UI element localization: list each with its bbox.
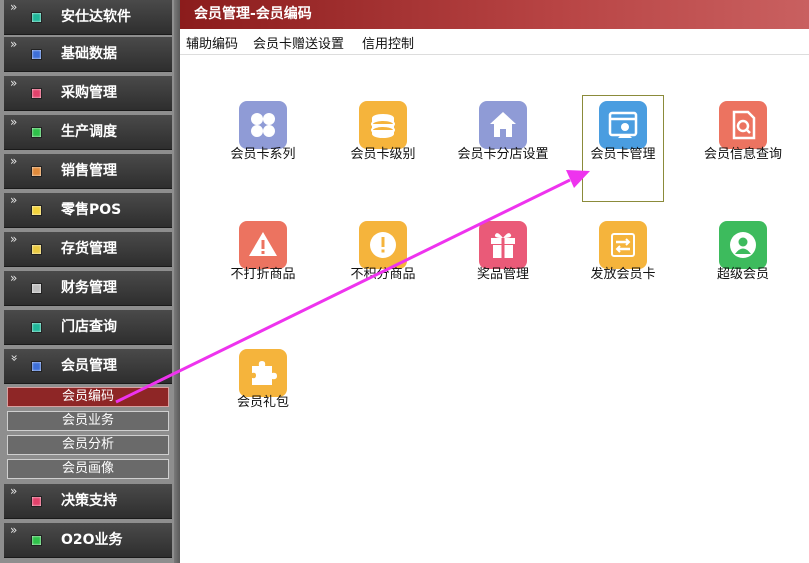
- tile-label: 会员信息查询: [703, 147, 782, 162]
- sidebar-item-label: 零售POS: [61, 202, 122, 218]
- sidebar-item-sales[interactable]: » 销售管理: [4, 154, 172, 189]
- blue-square-icon: [31, 361, 42, 372]
- sidebar: » 安仕达软件 » 基础数据 » 采购管理 » 生产调度 » 销售管理 » 零售…: [0, 0, 180, 563]
- sidebar-item-finance[interactable]: » 财务管理: [4, 271, 172, 306]
- document-search-icon: [719, 101, 767, 149]
- tile-label: 会员卡级别: [350, 147, 416, 162]
- tile-label: 奖品管理: [476, 267, 529, 282]
- sidebar-item-basic-data[interactable]: » 基础数据: [4, 37, 172, 72]
- toolbar-link-aux-coding[interactable]: 辅助编码: [186, 33, 238, 52]
- tile-label: 会员卡系列: [230, 147, 296, 162]
- toolbar: 辅助编码 会员卡赠送设置 信用控制: [180, 29, 809, 55]
- grid-icon: [239, 101, 287, 149]
- pink-square-icon: [31, 88, 42, 99]
- green-square-icon: [31, 535, 42, 546]
- tile-member-gift-pack[interactable]: 会员礼包: [223, 344, 303, 448]
- app-window: » 安仕达软件 » 基础数据 » 采购管理 » 生产调度 » 销售管理 » 零售…: [0, 0, 809, 563]
- tile-label: 会员礼包: [236, 395, 289, 410]
- subitem-member-coding[interactable]: 会员编码: [7, 387, 169, 407]
- sidebar-item-label: 会员管理: [61, 358, 117, 374]
- teal-square-icon: [31, 12, 42, 23]
- subitem-member-analysis[interactable]: 会员分析: [7, 435, 169, 455]
- sidebar-item-purchase[interactable]: » 采购管理: [4, 76, 172, 111]
- sidebar-item-label: 安仕达软件: [61, 9, 131, 25]
- tile-label: 会员卡管理: [590, 147, 656, 162]
- tile-issue-member-card[interactable]: 发放会员卡: [583, 216, 663, 320]
- sidebar-item-label: 财务管理: [61, 280, 117, 296]
- subitem-member-portrait[interactable]: 会员画像: [7, 459, 169, 479]
- sidebar-item-label: 销售管理: [61, 163, 117, 179]
- tile-label: 发放会员卡: [590, 267, 656, 282]
- blue-square-icon: [31, 49, 42, 60]
- chevron-icon: »: [10, 154, 18, 168]
- chevron-icon: »: [10, 523, 18, 537]
- orange-square-icon: [31, 166, 42, 177]
- subitem-member-business[interactable]: 会员业务: [7, 411, 169, 431]
- sidebar-item-label: 基础数据: [61, 46, 117, 62]
- coins-icon: [359, 101, 407, 149]
- sidebar-item-retail-pos[interactable]: » 零售POS: [4, 193, 172, 228]
- sidebar-item-production[interactable]: » 生产调度: [4, 115, 172, 150]
- sidebar-item-decision-support[interactable]: » 决策支持: [4, 484, 172, 519]
- sidebar-item-inventory[interactable]: » 存货管理: [4, 232, 172, 267]
- house-icon: [479, 101, 527, 149]
- page-title: 会员管理-会员编码: [180, 0, 809, 29]
- chevron-icon: »: [10, 76, 18, 90]
- user-icon: [719, 221, 767, 269]
- tile-label: 不积分商品: [350, 267, 416, 282]
- sidebar-item-anshida[interactable]: » 安仕达软件: [4, 0, 172, 35]
- gift-icon: [479, 221, 527, 269]
- pink-square-icon: [31, 496, 42, 507]
- chevron-icon: »: [10, 115, 18, 129]
- tile-no-points-goods[interactable]: 不积分商品: [343, 216, 423, 320]
- tile-label: 会员卡分店设置: [457, 147, 549, 162]
- sidebar-item-member-management[interactable]: » 会员管理: [4, 349, 172, 384]
- gray-square-icon: [31, 283, 42, 294]
- tile-card-series[interactable]: 会员卡系列: [223, 96, 303, 200]
- tile-card-level[interactable]: 会员卡级别: [343, 96, 423, 200]
- warning-icon: [239, 221, 287, 269]
- toolbar-link-card-gift-settings[interactable]: 会员卡赠送设置: [253, 33, 344, 52]
- sidebar-item-store-query[interactable]: 门店查询: [4, 310, 172, 345]
- tile-prize-management[interactable]: 奖品管理: [463, 216, 543, 320]
- tile-no-discount-goods[interactable]: 不打折商品: [223, 216, 303, 320]
- chevron-icon: »: [10, 193, 18, 207]
- sidebar-item-label: 决策支持: [61, 493, 117, 509]
- chevron-icon: »: [10, 271, 18, 285]
- chevron-icon: »: [10, 37, 18, 51]
- toolbar-link-credit-control[interactable]: 信用控制: [362, 33, 414, 52]
- green-square-icon: [31, 127, 42, 138]
- chevron-icon: »: [10, 484, 18, 498]
- sidebar-item-label: 存货管理: [61, 241, 117, 257]
- tile-member-info-query[interactable]: 会员信息查询: [703, 96, 783, 200]
- chevron-down-icon: »: [7, 354, 22, 362]
- yellow-square-icon: [31, 205, 42, 216]
- tile-label: 不打折商品: [230, 267, 296, 282]
- tile-super-member[interactable]: 超级会员: [703, 216, 783, 320]
- yellow-square-icon: [31, 244, 42, 255]
- tile-card-management[interactable]: 会员卡管理: [582, 95, 664, 202]
- sidebar-item-label: 门店查询: [61, 319, 117, 335]
- exclamation-icon: [359, 221, 407, 269]
- chevron-icon: »: [10, 232, 18, 246]
- sidebar-item-label: 生产调度: [61, 124, 117, 140]
- chevron-icon: »: [10, 0, 18, 14]
- sidebar-item-o2o[interactable]: » O2O业务: [4, 523, 172, 558]
- sidebar-item-label: 采购管理: [61, 85, 117, 101]
- exchange-icon: [599, 221, 647, 269]
- sidebar-item-label: O2O业务: [61, 532, 123, 548]
- puzzle-icon: [239, 349, 287, 397]
- tile-label: 超级会员: [716, 267, 769, 282]
- tile-card-branch-settings[interactable]: 会员卡分店设置: [457, 96, 549, 200]
- member-card-icon: [599, 101, 647, 149]
- teal-square-icon: [31, 322, 42, 333]
